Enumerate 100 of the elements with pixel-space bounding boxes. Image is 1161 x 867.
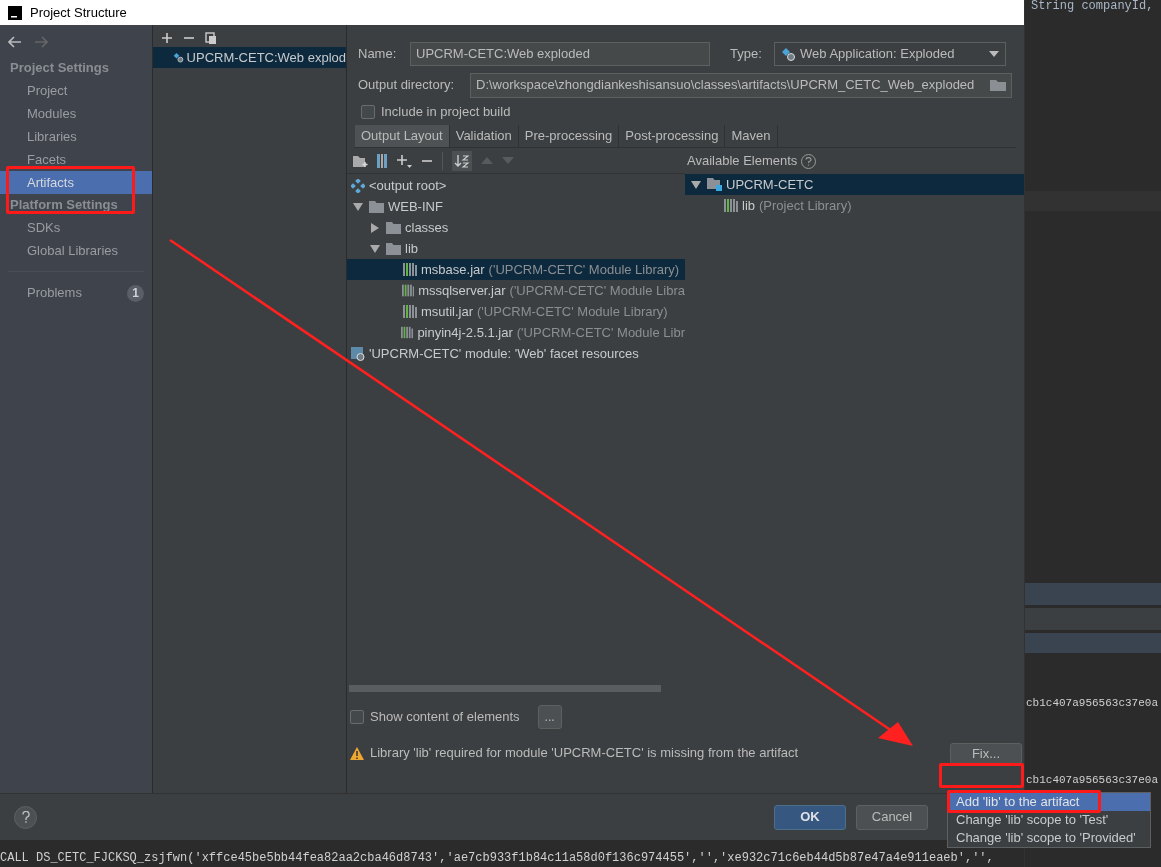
question-mark-icon xyxy=(21,811,30,823)
tree-label: classes xyxy=(405,218,449,237)
web-facet-icon xyxy=(351,346,365,361)
library-icon xyxy=(403,305,417,318)
name-field[interactable]: UPCRM-CETC:Web exploded xyxy=(410,42,710,66)
warning-icon xyxy=(350,746,364,760)
new-folder-icon[interactable] xyxy=(353,154,368,167)
tree-row[interactable]: msutil.jar ('UPCRM-CETC' Module Library) xyxy=(347,301,685,322)
count-badge: 1 xyxy=(127,284,144,302)
tree-label: lib xyxy=(405,239,418,258)
tab[interactable]: Maven xyxy=(725,125,778,147)
checkbox[interactable] xyxy=(361,105,375,119)
folder-icon xyxy=(386,242,401,255)
tree-label: 'UPCRM-CETC' module: 'Web' facet resources xyxy=(369,344,639,363)
add-dropdown-icon[interactable] xyxy=(396,153,412,168)
section-heading: Project Settings xyxy=(9,59,110,78)
tree-row[interactable]: 'UPCRM-CETC' module: 'Web' facet resources xyxy=(347,343,685,364)
move-down-icon xyxy=(502,157,514,164)
tab[interactable]: Validation xyxy=(449,125,519,147)
collapse-arrow-icon[interactable] xyxy=(691,180,701,189)
sidebar-item[interactable]: Global Libraries xyxy=(0,239,152,262)
dropdown-caret-icon xyxy=(989,51,999,57)
folder-icon xyxy=(369,200,384,213)
menu-item[interactable]: Change 'lib' scope to 'Provided' xyxy=(948,829,1150,847)
add-icon[interactable] xyxy=(161,32,173,44)
library-icon xyxy=(403,263,417,276)
field-label: Output directory: xyxy=(358,76,456,95)
tree-label: <output root> xyxy=(369,176,447,195)
tree-row[interactable]: lib xyxy=(347,238,685,259)
library-icon xyxy=(724,199,738,212)
section-heading: Platform Settings xyxy=(9,196,119,215)
tree-detail: (Project Library) xyxy=(759,196,852,215)
sidebar-item[interactable]: Project xyxy=(0,79,152,102)
tree-detail: ('UPCRM-CETC' Module Libr xyxy=(516,323,685,342)
checkbox-label: Include in project build xyxy=(381,103,511,122)
field-label: Name: xyxy=(358,45,398,64)
sidebar-item[interactable]: Artifacts xyxy=(0,171,152,194)
sidebar-item[interactable]: SDKs xyxy=(0,216,152,239)
tree-label: pinyin4j-2.5.1.jar xyxy=(417,323,513,342)
tab[interactable]: Post-processing xyxy=(619,125,726,147)
ok-button[interactable]: OK xyxy=(774,804,846,830)
move-up-icon xyxy=(481,157,493,164)
tree-row[interactable]: UPCRM-CETC xyxy=(685,174,1024,195)
collapse-arrow-icon[interactable] xyxy=(353,202,363,211)
menu-item[interactable]: Add 'lib' to the artifact xyxy=(948,793,1150,811)
sidebar-item[interactable]: Problems xyxy=(27,283,82,303)
collapse-arrow-icon[interactable] xyxy=(370,244,380,253)
diamond-icon xyxy=(351,178,365,193)
tree-label: lib xyxy=(742,196,755,215)
sort-icon[interactable] xyxy=(452,150,472,171)
code-line: String companyId, xyxy=(1031,0,1155,15)
tab[interactable]: Pre-processing xyxy=(518,125,620,147)
tree-row[interactable]: pinyin4j-2.5.1.jar ('UPCRM-CETC' Module Libr xyxy=(347,322,685,343)
sidebar-item[interactable]: Facets xyxy=(0,148,152,171)
tree-detail: ('UPCRM-CETC' Module Library) xyxy=(488,260,680,279)
tree-detail: ('UPCRM-CETC' Module Libra xyxy=(509,281,685,300)
tree-label: WEB-INF xyxy=(388,197,443,216)
horizontal-scrollbar[interactable] xyxy=(349,685,661,692)
output-directory-field[interactable]: D:\workspace\zhongdiankeshisansuo\classes\artifacts\UPCRM_CETC_Web_exploded xyxy=(470,72,1012,98)
library-icon[interactable] xyxy=(377,153,387,168)
sidebar-item[interactable]: Libraries xyxy=(0,125,152,148)
expand-arrow-icon[interactable] xyxy=(371,222,379,233)
app-icon xyxy=(8,5,22,20)
fix-button[interactable]: Fix... xyxy=(950,742,1022,764)
checkbox-label: Show content of elements xyxy=(370,708,520,727)
tab[interactable]: Output Layout xyxy=(355,125,450,147)
library-icon xyxy=(401,284,415,297)
code-line: CALL DS_CETC_FJCKSQ_zsjfwn('xffce45be5bb44fea82aa2cba46d8743','ae7cb933f1b84c11a58d0f136c974455','','xe932c71c6eb44d5b87e47a4e911eaeb','', xyxy=(0,850,994,867)
tree-row[interactable]: <output root> xyxy=(347,175,685,196)
tree-label: UPCRM-CETC xyxy=(726,175,814,194)
help-button[interactable] xyxy=(14,805,37,829)
library-icon xyxy=(401,326,414,339)
menu-item[interactable]: Change 'lib' scope to 'Test' xyxy=(948,811,1150,829)
tree-detail: ('UPCRM-CETC' Module Library) xyxy=(477,302,668,321)
tree-label: msutil.jar xyxy=(421,302,473,321)
sidebar-item[interactable]: Modules xyxy=(0,102,152,125)
more-button[interactable]: ... xyxy=(537,705,562,729)
field-label: Type: xyxy=(730,45,763,64)
cancel-button[interactable]: Cancel xyxy=(856,804,928,830)
window-title: Project Structure xyxy=(30,3,127,22)
folder-icon[interactable] xyxy=(990,79,1006,91)
panel-title: Available Elements xyxy=(687,152,798,171)
back-arrow-icon[interactable] xyxy=(8,36,22,48)
copy-icon[interactable] xyxy=(205,31,217,45)
tree-row[interactable]: msbase.jar ('UPCRM-CETC' Module Library) xyxy=(347,259,685,280)
web-app-icon xyxy=(781,47,795,61)
type-dropdown[interactable]: Web Application: Exploded xyxy=(774,42,1006,66)
code-line: cb1c407a956563c37e0a xyxy=(1026,696,1160,711)
tree-row[interactable]: lib (Project Library) xyxy=(685,195,1024,216)
warning-message: Library 'lib' required for module 'UPCRM-CETC' is missing from the artifact xyxy=(370,744,800,763)
tree-label: msbase.jar xyxy=(421,260,485,279)
tree-row[interactable]: classes xyxy=(347,217,685,238)
code-line: cb1c407a956563c37e0a xyxy=(1026,772,1160,788)
artifact-item[interactable]: UPCRM-CETC:Web explod xyxy=(153,47,346,68)
checkbox[interactable] xyxy=(350,710,364,724)
web-app-icon xyxy=(173,50,184,65)
folder-icon xyxy=(386,221,401,234)
tree-row[interactable]: WEB-INF xyxy=(347,196,685,217)
tree-row[interactable]: mssqlserver.jar ('UPCRM-CETC' Module Libra xyxy=(347,280,685,301)
module-folder-icon xyxy=(707,178,722,191)
